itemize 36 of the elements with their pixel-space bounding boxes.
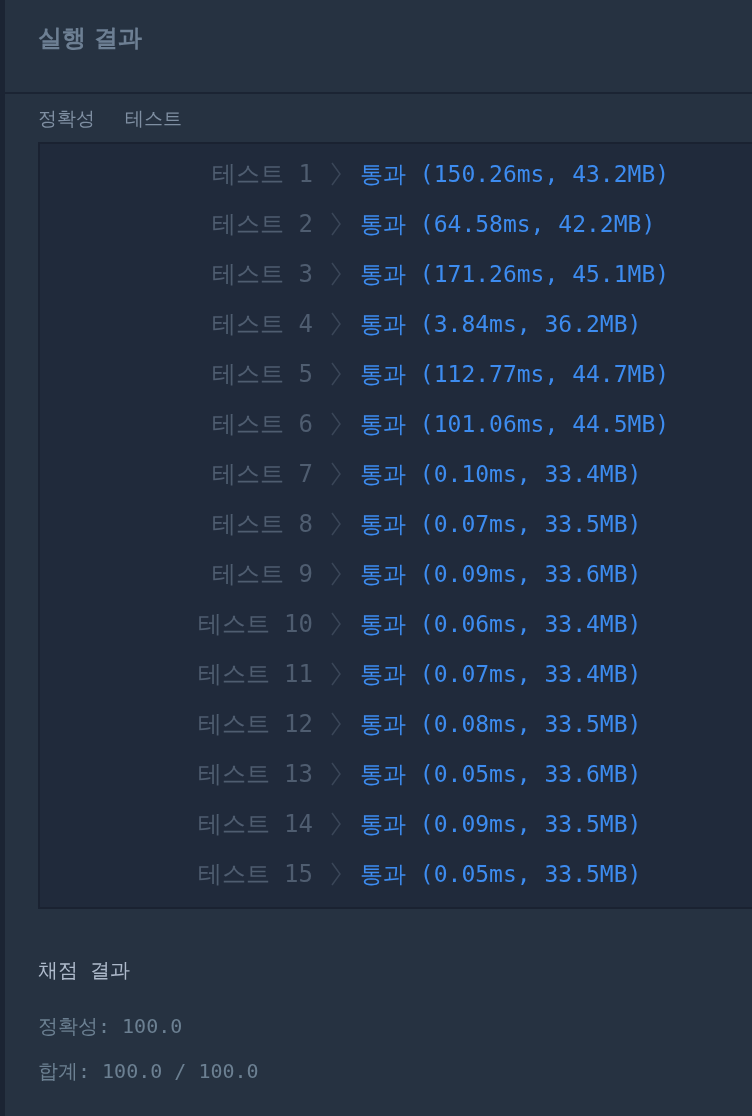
test-result: 통과 (64.58ms, 42.2MB) <box>360 209 656 239</box>
test-result: 통과 (0.09ms, 33.6MB) <box>360 559 642 589</box>
test-result: 통과 (0.08ms, 33.5MB) <box>360 709 642 739</box>
test-result: 통과 (171.26ms, 45.1MB) <box>360 259 670 289</box>
chevron-icon <box>331 712 341 736</box>
test-result: 통과 (0.09ms, 33.5MB) <box>360 809 642 839</box>
chevron-icon <box>331 612 341 636</box>
chevron-icon <box>331 262 341 286</box>
test-result: 통과 (0.07ms, 33.4MB) <box>360 659 642 689</box>
test-result: 통과 (0.05ms, 33.6MB) <box>360 759 642 789</box>
test-result: 통과 (150.26ms, 43.2MB) <box>360 159 670 189</box>
grading-line: 정확성: 100.0 <box>38 1013 184 1040</box>
test-result: 통과 (0.07ms, 33.5MB) <box>360 509 642 539</box>
chevron-icon <box>331 812 341 836</box>
test-result: 통과 (0.10ms, 33.4MB) <box>360 459 642 489</box>
grading-line: 합계: 100.0 / 100.0 <box>38 1058 260 1085</box>
chevron-icon <box>331 662 341 686</box>
chevron-icon <box>331 562 341 586</box>
section-name: 테스트 <box>125 106 182 131</box>
chevron-icon <box>331 762 341 786</box>
chevron-icon <box>331 512 341 536</box>
chevron-icon <box>331 362 341 386</box>
test-result: 통과 (0.05ms, 33.5MB) <box>360 859 642 889</box>
chevron-icon <box>331 212 341 236</box>
section-category: 정확성 <box>38 106 95 131</box>
test-result: 통과 (101.06ms, 44.5MB) <box>360 409 670 439</box>
grading-title: 채점 결과 <box>38 957 132 984</box>
panel-title: 실행 결과 <box>38 24 143 52</box>
test-result: 통과 (0.06ms, 33.4MB) <box>360 609 642 639</box>
chevron-icon <box>331 412 341 436</box>
chevron-icon <box>331 312 341 336</box>
chevron-icon <box>331 462 341 486</box>
chevron-icon <box>331 862 341 886</box>
test-result: 통과 (112.77ms, 44.7MB) <box>360 359 670 389</box>
chevron-icon <box>331 162 341 186</box>
test-result: 통과 (3.84ms, 36.2MB) <box>360 309 642 339</box>
